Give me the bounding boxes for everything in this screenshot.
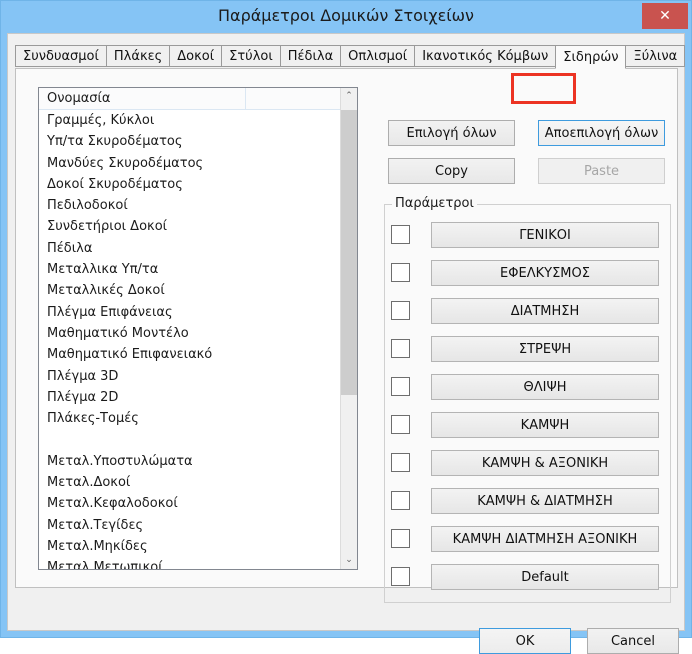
list-item[interactable]: Μεταλ.Κεφαλοδοκοί (39, 493, 342, 514)
parameter-checkbox[interactable] (391, 301, 410, 320)
parameter-row: ΔΙΑΤΜΗΣΗ (391, 298, 666, 324)
tab-dokoi[interactable]: Δοκοί (169, 45, 223, 67)
scroll-down-icon[interactable]: ⌄ (341, 552, 357, 569)
copy-button[interactable]: Copy (388, 158, 515, 184)
deselect-all-button[interactable]: Αποεπιλογή όλων (538, 120, 665, 146)
list-item[interactable]: Πέδιλα (39, 238, 342, 259)
parameter-row: ΚΑΜΨΗ ΔΙΑΤΜΗΣΗ ΑΞΟΝΙΚΗ (391, 526, 666, 552)
list-item[interactable]: Πλέγμα 3D (39, 366, 342, 387)
parameter-button[interactable]: ΚΑΜΨΗ & ΔΙΑΤΜΗΣΗ (431, 488, 659, 514)
cancel-button[interactable]: Cancel (587, 628, 679, 654)
parameter-row: ΚΑΜΨΗ (391, 412, 666, 438)
close-icon[interactable]: ✕ (642, 3, 688, 29)
parameter-checkbox[interactable] (391, 415, 410, 434)
parameter-button[interactable]: ΚΑΜΨΗ (431, 412, 659, 438)
column-header-blank[interactable] (246, 88, 342, 109)
parameter-checkbox[interactable] (391, 339, 410, 358)
parameter-button[interactable]: ΘΛΙΨΗ (431, 374, 659, 400)
parameter-row: ΕΦΕΛΚΥΣΜΟΣ (391, 260, 666, 286)
tab-oplismoi[interactable]: Οπλισμοί (340, 45, 416, 67)
parameter-button[interactable]: ΚΑΜΨΗ & ΑΞΟΝΙΚΗ (431, 450, 659, 476)
parameter-checkbox[interactable] (391, 491, 410, 510)
tab-plakes[interactable]: Πλάκες (105, 45, 171, 67)
parameter-button[interactable]: ΔΙΑΤΜΗΣΗ (431, 298, 659, 324)
tab-synduasmoi[interactable]: Συνδυασμοί (15, 45, 107, 67)
list-item[interactable]: Μανδύες Σκυροδέματος (39, 153, 342, 174)
parameter-row: ΚΑΜΨΗ & ΔΙΑΤΜΗΣΗ (391, 488, 666, 514)
list-item[interactable]: Μεταλ.Τεγίδες (39, 515, 342, 536)
tab-pedila[interactable]: Πέδιλα (279, 45, 342, 67)
parameter-checkbox[interactable] (391, 529, 410, 548)
parameter-row: ΘΛΙΨΗ (391, 374, 666, 400)
parameter-row: ΣΤΡΕΨΗ (391, 336, 666, 362)
list-item[interactable]: Υπ/τα Σκυροδέματος (39, 131, 342, 152)
list-item[interactable]: Δοκοί Σκυροδέματος (39, 174, 342, 195)
dialog-window: Παράμετροι Δομικών Στοιχείων ✕ Συνδυασμο… (0, 0, 692, 654)
list-item[interactable]: Συνδετήριοι Δοκοί (39, 216, 342, 237)
parameter-button[interactable]: ΚΑΜΨΗ ΔΙΑΤΜΗΣΗ ΑΞΟΝΙΚΗ (431, 526, 659, 552)
parameter-checkbox[interactable] (391, 377, 410, 396)
paste-button: Paste (538, 158, 665, 184)
element-types-listbox[interactable]: Ονομασία Γραμμές, Κύκλοι Υπ/τα Σκυροδέματ… (38, 87, 358, 570)
scroll-up-icon[interactable]: ⌃ (341, 88, 357, 105)
parameter-button[interactable]: Default (431, 564, 659, 590)
list-item[interactable]: Γραμμές, Κύκλοι (39, 110, 342, 131)
list-item[interactable]: Πλάκες-Τομές (39, 408, 342, 429)
title-bar: Παράμετροι Δομικών Στοιχείων ✕ (1, 1, 691, 31)
list-item[interactable]: Μεταλ.Δοκοί (39, 472, 342, 493)
parameter-button[interactable]: ΣΤΡΕΨΗ (431, 336, 659, 362)
list-item[interactable]: Μεταλλικές Δοκοί (39, 280, 342, 301)
tab-styloi[interactable]: Στύλοι (221, 45, 281, 67)
list-item[interactable]: Πεδιλοδοκοί (39, 195, 342, 216)
scrollbar-thumb[interactable] (341, 110, 357, 395)
list-item[interactable]: Πλέγμα Επιφάνειας (39, 302, 342, 323)
parameter-row: ΚΑΜΨΗ & ΑΞΟΝΙΚΗ (391, 450, 666, 476)
parameters-groupbox-title: Παράμετροι (392, 196, 477, 212)
dialog-client-area: Συνδυασμοί Πλάκες Δοκοί Στύλοι Πέδιλα Οπλισμο… (7, 33, 686, 654)
window-title: Παράμετροι Δομικών Στοιχείων (218, 6, 474, 25)
list-item[interactable] (39, 429, 342, 450)
tab-xylina[interactable]: Ξύλινα (625, 45, 686, 67)
parameter-row: Default (391, 564, 666, 590)
listbox-items[interactable]: Γραμμές, Κύκλοι Υπ/τα Σκυροδέματος Μανδύες… (39, 110, 342, 569)
tab-strip: Συνδυασμοί Πλάκες Δοκοί Στύλοι Πέδιλα Οπλισμο… (15, 45, 686, 69)
parameter-checkbox[interactable] (391, 453, 410, 472)
list-item[interactable]: Μεταλλικα Υπ/τα (39, 259, 342, 280)
tab-sidiron[interactable]: Σιδηρών (555, 45, 627, 69)
list-item[interactable]: Μαθηματικό Επιφανειακό (39, 344, 342, 365)
parameter-button[interactable]: ΕΦΕΛΚΥΣΜΟΣ (431, 260, 659, 286)
parameter-checkbox[interactable] (391, 567, 410, 586)
tab-ikanotikos-komvon[interactable]: Ικανοτικός Κόμβων (414, 45, 557, 67)
list-item[interactable]: Μεταλ.Μηκίδες (39, 536, 342, 557)
parameter-row: ΓΕΝΙΚΟΙ (391, 222, 666, 248)
parameter-button[interactable]: ΓΕΝΙΚΟΙ (431, 222, 659, 248)
parameter-checkbox[interactable] (391, 225, 410, 244)
parameter-checkbox[interactable] (391, 263, 410, 282)
list-item[interactable]: Πλέγμα 2D (39, 387, 342, 408)
list-item[interactable]: Μεταλ.Μετωπικοί (39, 557, 342, 569)
select-all-button[interactable]: Επιλογή όλων (388, 120, 515, 146)
column-header-name[interactable]: Ονομασία (39, 88, 246, 109)
listbox-header: Ονομασία (39, 88, 342, 110)
listbox-scrollbar[interactable]: ⌃ ⌄ (340, 88, 357, 569)
list-item[interactable]: Μεταλ.Υποστυλώματα (39, 451, 342, 472)
ok-button[interactable]: OK (479, 628, 571, 654)
list-item[interactable]: Μαθηματικό Μοντέλο (39, 323, 342, 344)
